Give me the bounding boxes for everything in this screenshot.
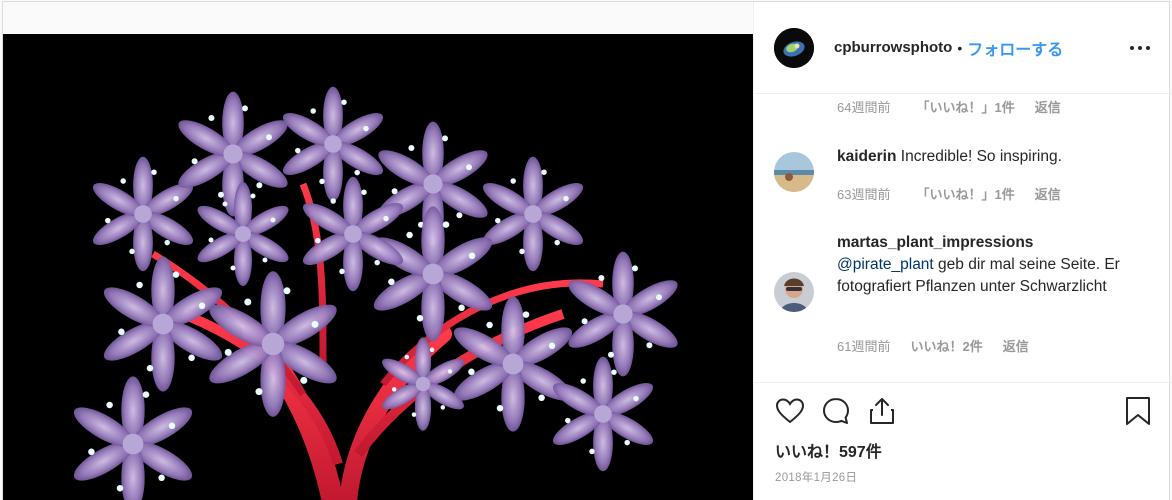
fluorescent-flower-image [3,34,753,500]
post-actions: いいね！597件 2018年1月26日 [754,382,1172,500]
post-media [3,2,753,500]
comment-likes[interactable]: 「いいね！」1件 [916,97,1014,116]
comment-time[interactable]: 64週間前 [837,97,890,116]
post-date[interactable]: 2018年1月26日 [775,469,857,485]
comment-meta: 64週間前 「いいね！」1件 返信 [837,97,1087,116]
post-photo[interactable] [3,34,753,500]
comment-text: kaiderin Incredible! So inspiring. [837,146,1137,168]
comment-meta: 61週間前 いいね！2件 返信 [837,336,1055,355]
profile-picture-icon [774,272,814,312]
separator-dot: • [957,39,963,56]
comment-time[interactable]: 63週間前 [837,184,890,203]
post-header: cpburrowsphoto • フォローする [754,2,1172,94]
like-count[interactable]: いいね！597件 [775,438,882,462]
bookmark-icon[interactable] [1124,395,1152,427]
share-icon[interactable] [866,395,898,427]
action-icons [774,395,898,427]
avatar[interactable] [774,152,814,192]
post-sidebar: cpburrowsphoto • フォローする 64週間前 「いいね！」1件 返… [753,2,1172,500]
comment-likes[interactable]: 「いいね！」1件 [916,184,1014,203]
more-horizontal-icon[interactable] [1130,39,1150,57]
post-username[interactable]: cpburrowsphoto [834,39,952,56]
mention-link[interactable]: @pirate_plant [837,256,934,273]
reply-button[interactable]: 返信 [1003,336,1029,355]
reply-button[interactable]: 返信 [1035,97,1061,116]
reply-button[interactable]: 返信 [1035,184,1061,203]
comment-text: martas_plant_impressions @pirate_plant g… [837,232,1157,298]
follow-button[interactable]: フォローする [967,36,1063,60]
comment-icon[interactable] [820,395,852,427]
post-card: cpburrowsphoto • フォローする 64週間前 「いいね！」1件 返… [2,1,1172,500]
comment-meta: 63週間前 「いいね！」1件 返信 [837,184,1087,203]
profile-picture-icon [774,152,814,192]
comment-username[interactable]: martas_plant_impressions [837,234,1033,251]
profile-picture-icon [774,27,814,68]
comments-list[interactable]: 64週間前 「いいね！」1件 返信 kaiderin Incredible! S… [754,94,1172,381]
heart-icon[interactable] [774,395,806,427]
comment-likes[interactable]: いいね！2件 [910,336,982,355]
avatar[interactable] [774,272,814,312]
comment-content: Incredible! So inspiring. [900,148,1062,165]
comment-time[interactable]: 61週間前 [837,336,890,355]
comment-username[interactable]: kaiderin [837,148,896,165]
avatar[interactable] [774,27,814,68]
